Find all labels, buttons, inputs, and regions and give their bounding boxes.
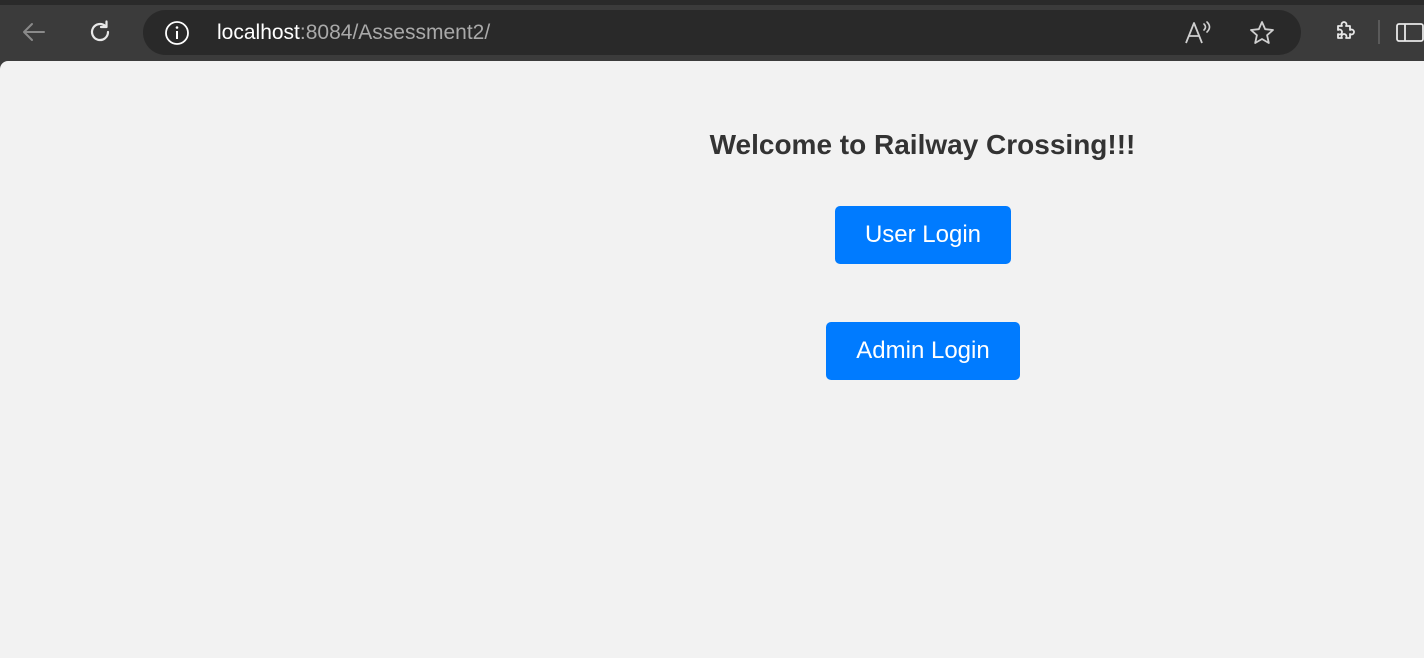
read-aloud-icon [1185,21,1211,44]
site-info-button[interactable] [163,19,191,47]
page-content: Welcome to Railway Crossing!!! User Logi… [0,61,1424,658]
user-login-button[interactable]: User Login [835,206,1011,264]
extensions-button[interactable] [1324,12,1364,52]
url-host: localhost [217,21,300,44]
split-screen-button[interactable] [1394,12,1424,52]
read-aloud-button[interactable] [1181,16,1215,50]
favorite-button[interactable] [1245,16,1279,50]
site-info-icon [165,21,189,45]
split-screen-icon [1396,23,1424,42]
address-bar[interactable]: localhost:8084/Assessment2/ [143,10,1301,55]
back-button[interactable] [14,12,54,52]
url-text[interactable]: localhost:8084/Assessment2/ [217,21,490,45]
page-title: Welcome to Railway Crossing!!! [709,129,1136,160]
back-arrow-icon [23,23,45,41]
favorite-star-icon [1250,21,1274,44]
reload-icon [90,20,110,42]
reload-button[interactable] [80,12,120,52]
toolbar-divider [1378,20,1380,44]
extensions-icon [1337,21,1355,39]
admin-login-button[interactable]: Admin Login [826,322,1020,380]
url-path: :8084/Assessment2/ [299,21,491,44]
window-top-strip [0,0,1424,5]
browser-toolbar: localhost:8084/Assessment2/ [0,0,1424,66]
